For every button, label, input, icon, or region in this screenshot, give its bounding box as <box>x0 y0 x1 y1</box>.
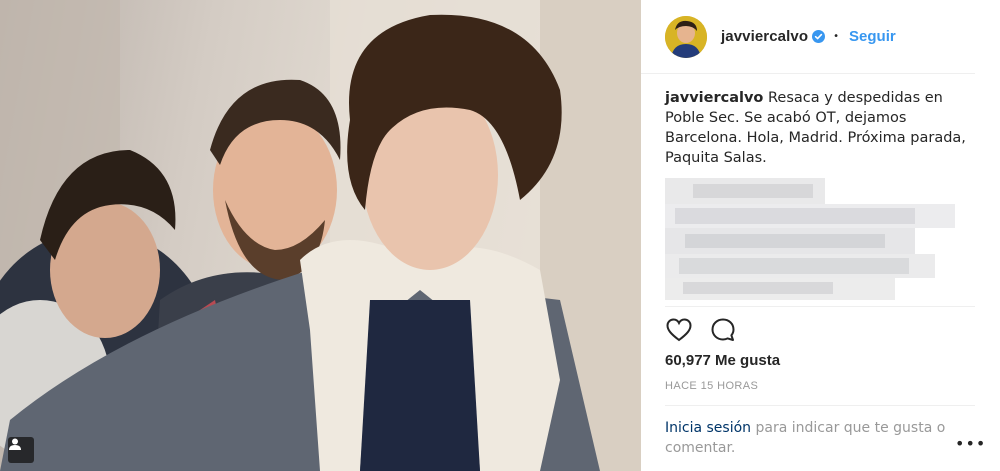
verified-badge-icon <box>812 30 826 43</box>
post-side-panel: javviercalvo • Seguir javviercalvo Resac… <box>641 0 1000 471</box>
user-tag-icon[interactable] <box>8 437 34 463</box>
post-actions <box>665 316 737 344</box>
login-prompt: Inicia sesión para indicar que te gusta … <box>665 418 955 458</box>
separator-dot: • <box>833 31 840 42</box>
comment-icon[interactable] <box>709 316 737 344</box>
avatar[interactable] <box>665 15 707 58</box>
post-header: javviercalvo • Seguir <box>641 0 975 74</box>
photo-illustration <box>0 0 641 471</box>
caption: javviercalvo Resaca y despedidas en Pobl… <box>665 88 975 168</box>
username[interactable]: javviercalvo <box>721 28 808 45</box>
divider <box>665 405 975 406</box>
heart-icon[interactable] <box>665 316 693 344</box>
follow-button[interactable]: Seguir <box>849 28 896 45</box>
post-timestamp[interactable]: HACE 15 HORAS <box>665 380 758 392</box>
caption-username[interactable]: javviercalvo <box>665 90 763 106</box>
like-count[interactable]: 60,977 Me gusta <box>665 352 780 369</box>
post-photo[interactable] <box>0 0 641 471</box>
login-link[interactable]: Inicia sesión <box>665 420 751 436</box>
pixelated-comments <box>665 178 955 303</box>
divider <box>665 306 975 307</box>
more-options-icon[interactable]: ••• <box>955 434 986 453</box>
